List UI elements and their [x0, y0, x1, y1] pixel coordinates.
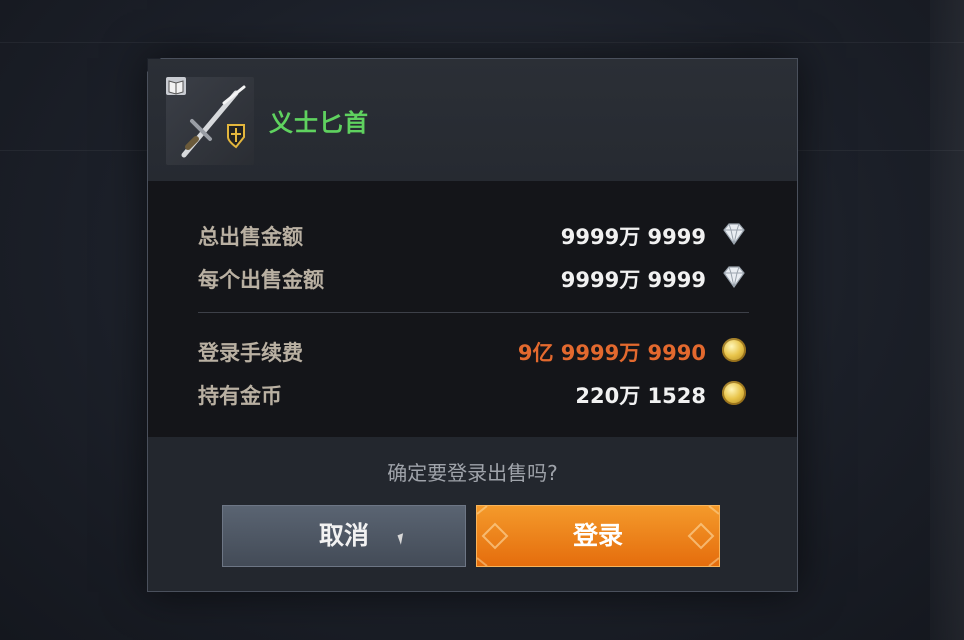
registration-fee-row: 登录手续费 9亿 9999万 9990	[198, 333, 748, 367]
background-side-panel	[930, 0, 964, 640]
button-ornament-left	[477, 506, 509, 566]
button-ornament-right	[687, 506, 719, 566]
per-item-sale-amount-row: 每个出售金额 9999万 9999	[198, 260, 748, 294]
gold-coin-icon	[720, 380, 748, 406]
background-divider	[0, 42, 964, 43]
registration-fee-label: 登录手续费	[198, 341, 303, 365]
price-info-panel: 总出售金额 9999万 9999 每个出售金额 9999万 9999 登录手续费	[148, 181, 797, 437]
owned-gold-row: 持有金币 220万 1528	[198, 376, 748, 410]
section-divider	[198, 312, 749, 313]
book-icon	[166, 77, 186, 95]
login-button-label: 登录	[572, 521, 623, 550]
registration-fee-value: 9亿 9999万 9990	[517, 341, 706, 365]
total-sale-amount-label: 总出售金额	[198, 225, 303, 249]
total-sale-amount-value: 9999万 9999	[560, 225, 706, 249]
owned-gold-label: 持有金币	[198, 384, 282, 408]
cancel-button-label: 取消	[318, 521, 369, 550]
dialog-footer: 确定要登录出售吗? 取消 登录	[148, 437, 797, 591]
gold-coin-icon	[720, 337, 748, 363]
owned-gold-value: 220万 1528	[575, 384, 706, 408]
sell-confirm-dialog: 义士匕首 总出售金额 9999万 9999 每个出售金额 9999万 9999	[147, 58, 798, 592]
confirm-question: 确定要登录出售吗?	[387, 461, 558, 485]
login-button[interactable]: 登录	[476, 505, 720, 567]
diamond-icon	[720, 221, 748, 247]
diamond-icon	[720, 264, 748, 290]
item-header: 义士匕首	[148, 59, 797, 181]
total-sale-amount-row: 总出售金额 9999万 9999	[198, 217, 748, 251]
per-item-sale-amount-value: 9999万 9999	[560, 268, 706, 292]
cancel-button[interactable]: 取消	[222, 505, 466, 567]
item-name: 义士匕首	[269, 109, 369, 137]
per-item-sale-amount-label: 每个出售金额	[198, 268, 324, 292]
